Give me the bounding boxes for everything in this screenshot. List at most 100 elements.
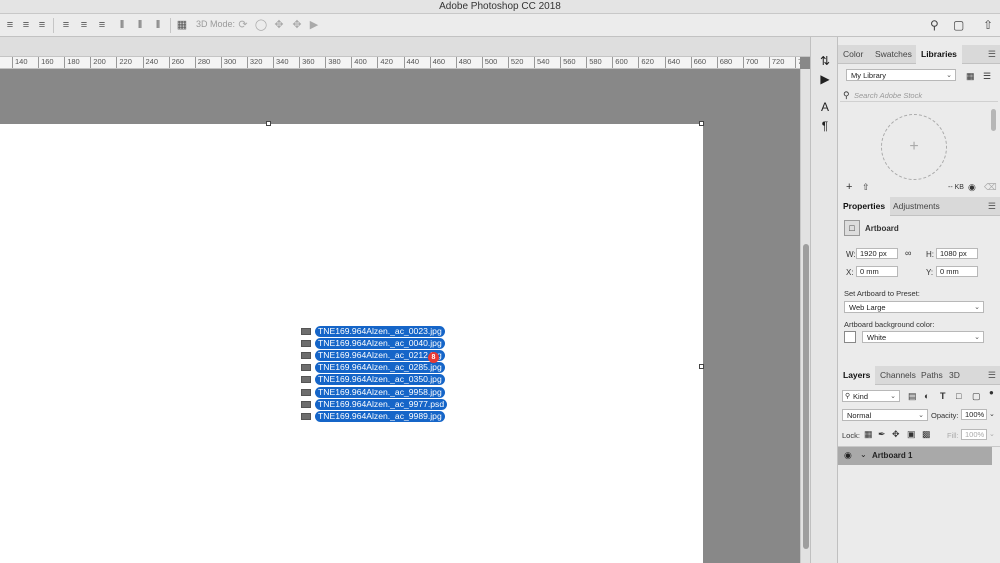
tab-paths[interactable]: Paths [916, 366, 948, 385]
lock-image-icon[interactable]: ✒ [878, 429, 886, 439]
tab-layers[interactable]: Layers [838, 366, 876, 385]
search-icon[interactable]: ⚲ [930, 18, 939, 32]
y-field[interactable]: 0 mm [936, 266, 978, 277]
pan-3d-icon[interactable]: ✥ [272, 19, 286, 31]
background-color-swatch[interactable] [844, 331, 856, 343]
orbit-3d-icon[interactable]: ⟳ [236, 19, 250, 31]
artboard-canvas[interactable]: TNE169.964Alzen._ac_0023.jpg TNE169.964Al… [0, 121, 704, 563]
layer-kind-filter[interactable]: ⚲ Kind ⌄ [842, 390, 900, 402]
roll-3d-icon[interactable]: ◯ [254, 19, 268, 31]
ruler-tick: 680 [716, 57, 732, 68]
dragged-file-item: TNE169.964Alzen._ac_0285.jpg [301, 362, 447, 374]
chevron-down-icon[interactable]: ⌄ [989, 430, 995, 440]
workspace-icon[interactable]: ▢ [953, 18, 964, 32]
align-left-edges-icon[interactable]: ≡ [4, 19, 16, 31]
tab-color[interactable]: Color [838, 45, 868, 64]
file-thumbnail-icon [301, 339, 311, 347]
distribute-center-icon[interactable]: ≡ [78, 19, 90, 31]
panel-tool-strip: ⇅ ▶ A ¶ [810, 37, 838, 563]
tab-3d[interactable]: 3D [944, 366, 965, 385]
lock-position-icon[interactable]: ✥ [892, 429, 900, 439]
ruler-tick: 480 [455, 57, 471, 68]
opacity-field[interactable]: 100% [961, 409, 987, 420]
grid-view-icon[interactable]: ▦ [966, 71, 975, 81]
chevron-down-icon[interactable]: ⌄ [989, 410, 995, 420]
shape-filter-icon[interactable]: □ [956, 391, 961, 401]
add-element-icon[interactable]: + [846, 182, 852, 193]
scrollbar-thumb[interactable] [803, 244, 809, 549]
artboard-handle-right[interactable] [699, 364, 704, 369]
vertical-scrollbar[interactable] [800, 69, 810, 563]
preset-select-value: Web Large [849, 303, 886, 312]
auto-align-icon[interactable]: ▦ [176, 19, 188, 31]
list-view-icon[interactable]: ☰ [983, 71, 991, 81]
add-content-dropzone[interactable]: + [881, 114, 947, 180]
layer-kind-value: Kind [853, 392, 869, 401]
distribute-top-icon[interactable]: ≡ [60, 19, 72, 31]
tab-adjustments[interactable]: Adjustments [888, 197, 945, 216]
expand-chevron-icon[interactable]: ⌄ [860, 450, 867, 459]
smart-object-filter-icon[interactable]: ▢ [972, 391, 981, 401]
distribute-right-icon[interactable]: ‖ [152, 19, 164, 31]
width-field[interactable]: 1920 px [856, 248, 898, 259]
link-icon[interactable]: ∞ [905, 248, 911, 258]
distribute-left-icon[interactable]: ‖ [116, 19, 128, 31]
actions-play-icon[interactable]: ▶ [817, 71, 833, 87]
drag-count-badge: 8 [428, 352, 439, 363]
align-horizontal-centers-icon[interactable]: ≡ [20, 19, 32, 31]
dragged-file-name: TNE169.964Alzen._ac_0023.jpg [315, 325, 445, 337]
pasteboard[interactable]: TNE169.964Alzen._ac_0023.jpg TNE169.964Al… [0, 69, 800, 563]
layer-row[interactable]: ◉ ⌄ Artboard 1 [838, 447, 992, 465]
ruler-tick: 460 [429, 57, 445, 68]
artboard-handle-top[interactable] [266, 121, 271, 126]
artboard-handle-top-right[interactable] [699, 121, 704, 126]
tab-properties[interactable]: Properties [838, 197, 891, 216]
type-filter-icon[interactable]: T [940, 391, 946, 401]
character-icon[interactable]: A [817, 99, 833, 115]
libraries-scrollbar[interactable] [991, 109, 996, 131]
stock-search-bar[interactable]: ⚲ Search Adobe Stock [840, 89, 998, 102]
file-thumbnail-icon [301, 400, 311, 408]
history-icon[interactable]: ⇅ [817, 53, 833, 69]
tab-swatches[interactable]: Swatches [870, 45, 917, 64]
lock-all-icon[interactable]: ▩ [922, 429, 931, 439]
sync-icon[interactable]: ◉ [968, 182, 976, 192]
slide-3d-icon[interactable]: ✥ [290, 19, 304, 31]
chevron-down-icon: ⌄ [974, 334, 980, 341]
align-right-edges-icon[interactable]: ≡ [36, 19, 48, 31]
ruler-tick: 240 [142, 57, 158, 68]
camera-3d-icon[interactable]: ▶ [307, 19, 321, 31]
file-thumbnail-icon [301, 376, 311, 384]
visibility-eye-icon[interactable]: ◉ [844, 450, 852, 461]
blend-mode-select[interactable]: Normal ⌄ [842, 409, 928, 421]
panel-menu-icon[interactable]: ☰ [988, 49, 996, 60]
library-select-value: My Library [851, 71, 887, 80]
dragged-file-item: TNE169.964Alzen._ac_0350.jpg [301, 374, 447, 386]
share-icon[interactable]: ⇧ [983, 18, 993, 32]
ruler-tick: 620 [638, 57, 654, 68]
background-color-select[interactable]: White ⌄ [862, 331, 984, 343]
ruler-tick: 380 [325, 57, 341, 68]
dragged-file-name: TNE169.964Alzen._ac_9989.jpg [315, 410, 445, 422]
panel-menu-icon[interactable]: ☰ [988, 370, 996, 381]
preset-select[interactable]: Web Large ⌄ [844, 301, 984, 313]
panel-menu-icon[interactable]: ☰ [988, 201, 996, 212]
pixel-layer-filter-icon[interactable]: ▤ [908, 391, 917, 401]
upload-icon[interactable]: ⇧ [862, 182, 870, 192]
lock-transparent-icon[interactable]: ▦ [864, 429, 873, 439]
paragraph-icon[interactable]: ¶ [817, 118, 833, 134]
distribute-hcenter-icon[interactable]: ‖ [134, 19, 146, 31]
x-field[interactable]: 0 mm [856, 266, 898, 277]
filter-toggle-icon[interactable]: ● [989, 388, 994, 398]
library-select[interactable]: My Library ⌄ [846, 69, 956, 81]
lock-artboard-icon[interactable]: ▣ [907, 429, 916, 439]
adjustment-filter-icon[interactable]: ◐ [924, 391, 929, 401]
tab-libraries[interactable]: Libraries [916, 45, 962, 64]
chevron-down-icon: ⌄ [946, 72, 952, 79]
trash-icon[interactable]: ⌫ [984, 182, 997, 192]
height-field[interactable]: 1080 px [936, 248, 978, 259]
ruler-tick: 520 [507, 57, 523, 68]
tab-channels[interactable]: Channels [875, 366, 921, 385]
fill-field[interactable]: 100% [961, 429, 987, 440]
distribute-bottom-icon[interactable]: ≡ [96, 19, 108, 31]
